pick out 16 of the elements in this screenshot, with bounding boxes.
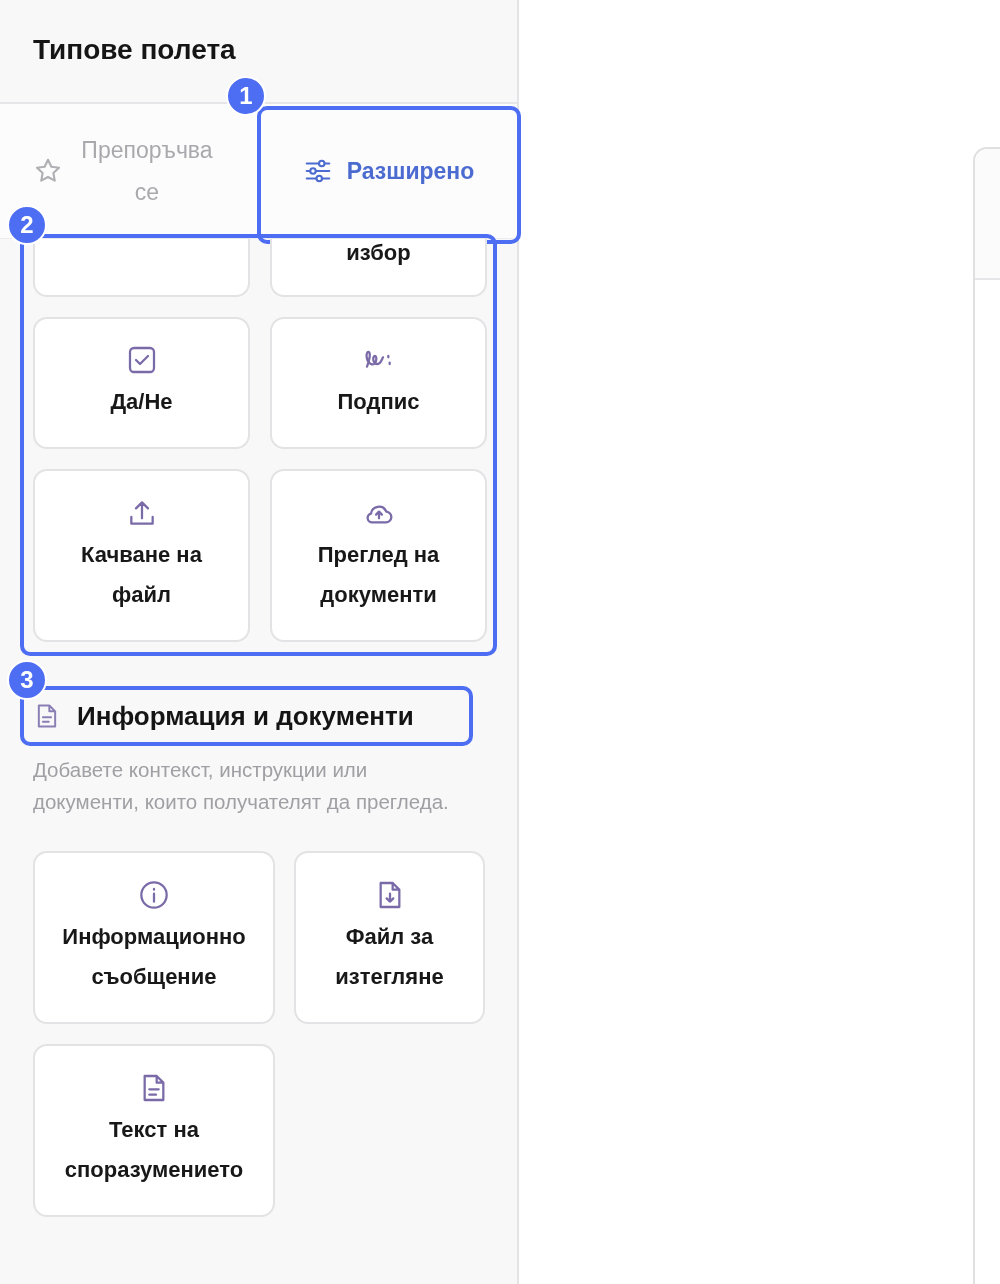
field-card[interactable]: Качване на файл: [33, 469, 250, 642]
field-card[interactable]: Информационно съобщение: [33, 851, 275, 1024]
field-card[interactable]: избор: [270, 239, 487, 297]
step-badge: 1: [226, 76, 266, 116]
field-card[interactable]: Подпис: [270, 317, 487, 449]
sidebar-title: Типове полета: [33, 34, 236, 66]
field-card[interactable]: Текст на споразумението: [33, 1044, 275, 1217]
step-badge: 3: [7, 660, 47, 700]
section-description: Добавете контекст, инструкции или документи, които получателят да прегледа.: [33, 757, 450, 815]
tab[interactable]: Разширено: [268, 104, 519, 238]
field-card[interactable]: Преглед на документи: [270, 469, 487, 642]
field-card[interactable]: [33, 239, 250, 297]
section-title: Информация и документи: [77, 700, 414, 732]
info-icon: [138, 878, 170, 911]
field-card[interactable]: Да/Не: [33, 317, 250, 449]
field-card[interactable]: Файл за изтегляне: [294, 851, 485, 1024]
